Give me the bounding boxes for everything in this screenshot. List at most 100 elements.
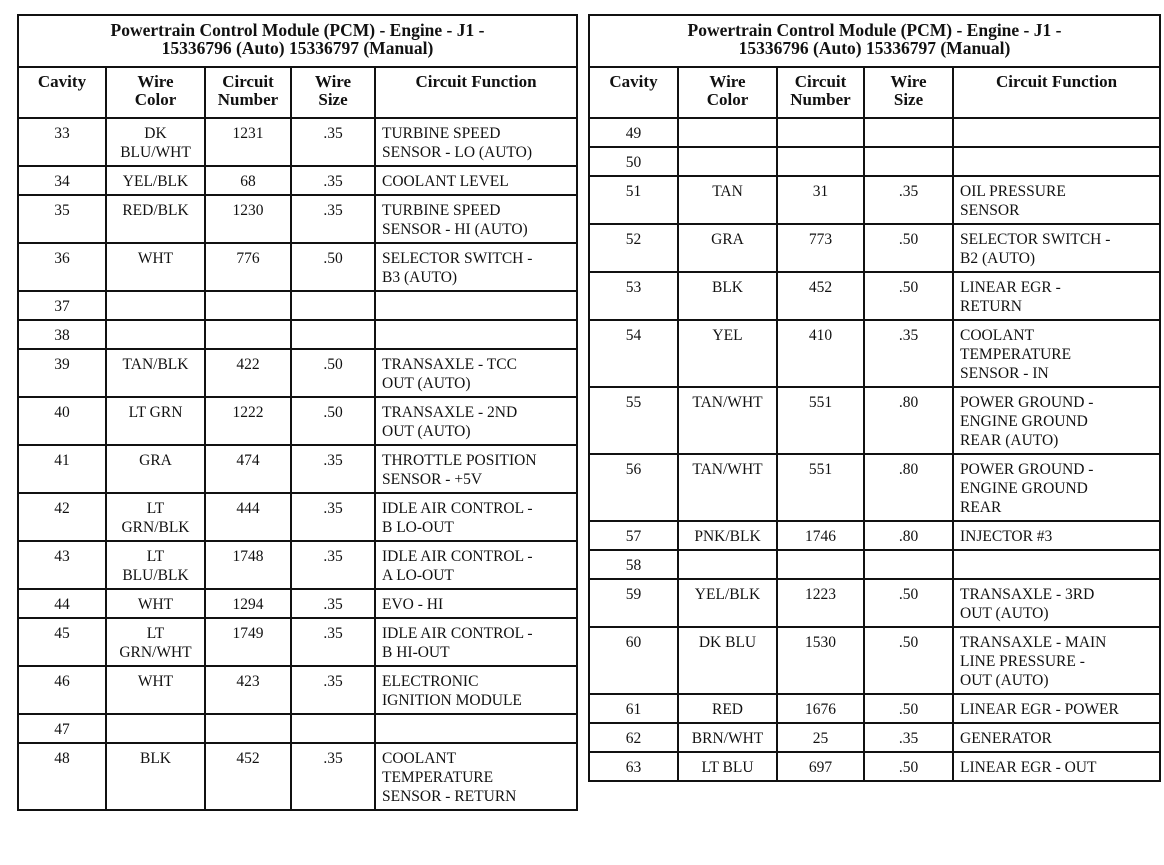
cell-cavity: 47 [17, 713, 107, 744]
cell-circuit-number: 1294 [204, 588, 292, 619]
cell-wire-size: .50 [863, 578, 954, 628]
cell-wire-color [677, 549, 778, 580]
cell-cavity: 44 [17, 588, 107, 619]
cell-circuit-number: 25 [776, 722, 865, 753]
cell-wire-size: .50 [863, 751, 954, 782]
cell-wire-color: TAN/BLK [105, 348, 206, 398]
cell-wire-size: .50 [863, 223, 954, 273]
cell-wire-color: BRN/WHT [677, 722, 778, 753]
cell-circuit-number: 1530 [776, 626, 865, 695]
cell-wire-color: YEL/BLK [677, 578, 778, 628]
cell-circuit-number: 1222 [204, 396, 292, 446]
column-header-cavity: Cavity [588, 66, 679, 119]
cell-circuit-number: 452 [204, 742, 292, 811]
pcm-connector-table-right: Powertrain Control Module (PCM) - Engine… [588, 14, 1161, 782]
table-row: 39 TAN/BLK 422.50 TRANSAXLE - TCC OUT (AUTO… [17, 348, 578, 398]
cell-circuit-function [952, 549, 1161, 580]
table-row: 62 BRN/WHT 25.35 GENERATOR [588, 722, 1161, 753]
table-title: Powertrain Control Module (PCM) - Engine… [17, 14, 578, 68]
table-row: 48 BLK 452.35 COOLANT TEMPERATURE SENSOR - … [17, 742, 578, 811]
cell-wire-size: .80 [863, 386, 954, 455]
cell-circuit-number: 68 [204, 165, 292, 196]
table-title-line2: 15336796 (Auto) 15336797 (Manual) [738, 38, 1011, 58]
cell-circuit-function: IDLE AIR CONTROL - B LO-OUT [374, 492, 578, 542]
table-row: 33 DK BLU/WHT 1231.35 TURBINE SPEED SENSOR … [17, 117, 578, 167]
cell-circuit-number: 1676 [776, 693, 865, 724]
cell-circuit-number [776, 549, 865, 580]
column-header-circuit-number: Circuit Number [204, 66, 292, 119]
cell-circuit-function: TRANSAXLE - TCC OUT (AUTO) [374, 348, 578, 398]
cell-wire-color [677, 146, 778, 177]
cell-circuit-number: 697 [776, 751, 865, 782]
table-row: 55 TAN/WHT 551.80 POWER GROUND - ENGINE GRO… [588, 386, 1161, 455]
table-body: 49 50 51 TAN 31.35 OIL PRESSURE SENSOR 52 GRA 77… [588, 117, 1161, 782]
cell-wire-color: DK BLU/WHT [105, 117, 206, 167]
cell-circuit-function: SELECTOR SWITCH - B2 (AUTO) [952, 223, 1161, 273]
cell-wire-color [677, 117, 778, 148]
cell-circuit-number: 31 [776, 175, 865, 225]
cell-wire-size: .50 [863, 271, 954, 321]
cell-circuit-number: 410 [776, 319, 865, 388]
cell-wire-size [863, 549, 954, 580]
cell-wire-color [105, 319, 206, 350]
cell-circuit-number: 444 [204, 492, 292, 542]
cell-circuit-function [374, 319, 578, 350]
cell-circuit-number: 773 [776, 223, 865, 273]
cell-cavity: 39 [17, 348, 107, 398]
cell-circuit-function: COOLANT LEVEL [374, 165, 578, 196]
table-row: 50 [588, 146, 1161, 177]
table-row: 60 DK BLU 1530.50 TRANSAXLE - MAIN LINE PRE… [588, 626, 1161, 695]
cell-circuit-function: COOLANT TEMPERATURE SENSOR - RETURN [374, 742, 578, 811]
cell-circuit-function: SELECTOR SWITCH - B3 (AUTO) [374, 242, 578, 292]
cell-wire-size [863, 146, 954, 177]
cell-wire-color: YEL/BLK [105, 165, 206, 196]
cell-cavity: 60 [588, 626, 679, 695]
column-header-circuit-function: Circuit Function [374, 66, 578, 119]
cell-circuit-number: 1230 [204, 194, 292, 244]
table-row: 56 TAN/WHT 551.80 POWER GROUND - ENGINE GRO… [588, 453, 1161, 522]
column-header-wire-color: Wire Color [677, 66, 778, 119]
table-row: 42 LT GRN/BLK 444.35 IDLE AIR CONTROL - B L… [17, 492, 578, 542]
cell-circuit-number: 474 [204, 444, 292, 494]
table-row: 59 YEL/BLK 1223.50 TRANSAXLE - 3RD OUT (AUT… [588, 578, 1161, 628]
cell-wire-color: TAN/WHT [677, 453, 778, 522]
cell-circuit-number: 1223 [776, 578, 865, 628]
column-header-wire-size: Wire Size [863, 66, 954, 119]
cell-circuit-number: 422 [204, 348, 292, 398]
cell-cavity: 52 [588, 223, 679, 273]
cell-circuit-function: TRANSAXLE - MAIN LINE PRESSURE - OUT (AU… [952, 626, 1161, 695]
cell-cavity: 55 [588, 386, 679, 455]
cell-circuit-function: TRANSAXLE - 3RD OUT (AUTO) [952, 578, 1161, 628]
cell-cavity: 46 [17, 665, 107, 715]
pcm-connector-table-left: Powertrain Control Module (PCM) - Engine… [17, 14, 578, 811]
cell-wire-color: TAN [677, 175, 778, 225]
table-row: 34 YEL/BLK 68.35 COOLANT LEVEL [17, 165, 578, 196]
cell-circuit-function: TRANSAXLE - 2ND OUT (AUTO) [374, 396, 578, 446]
table-row: 47 [17, 713, 578, 744]
table-title-line1: Powertrain Control Module (PCM) - Engine… [687, 20, 1062, 40]
table-row: 53 BLK 452.50 LINEAR EGR - RETURN [588, 271, 1161, 321]
table-title-line1: Powertrain Control Module (PCM) - Engine… [110, 20, 485, 40]
cell-wire-size: .80 [863, 520, 954, 551]
table-row: 40 LT GRN 1222.50 TRANSAXLE - 2ND OUT (AUTO… [17, 396, 578, 446]
cell-circuit-function: LINEAR EGR - OUT [952, 751, 1161, 782]
table-row: 57 PNK/BLK 1746.80 INJECTOR #3 [588, 520, 1161, 551]
cell-circuit-function: INJECTOR #3 [952, 520, 1161, 551]
table-row: 51 TAN 31.35 OIL PRESSURE SENSOR [588, 175, 1161, 225]
table-row: 52 GRA 773.50 SELECTOR SWITCH - B2 (AUTO) [588, 223, 1161, 273]
cell-cavity: 63 [588, 751, 679, 782]
cell-cavity: 40 [17, 396, 107, 446]
cell-wire-color: LT BLU [677, 751, 778, 782]
table-row: 37 [17, 290, 578, 321]
cell-circuit-number [776, 146, 865, 177]
cell-wire-color: GRA [677, 223, 778, 273]
cell-wire-size: .35 [290, 665, 376, 715]
cell-cavity: 34 [17, 165, 107, 196]
cell-circuit-number: 1746 [776, 520, 865, 551]
cell-cavity: 59 [588, 578, 679, 628]
cell-cavity: 53 [588, 271, 679, 321]
cell-cavity: 43 [17, 540, 107, 590]
cell-circuit-function: IDLE AIR CONTROL - B HI-OUT [374, 617, 578, 667]
table-row: 35 RED/BLK 1230.35 TURBINE SPEED SENSOR - H… [17, 194, 578, 244]
cell-cavity: 50 [588, 146, 679, 177]
